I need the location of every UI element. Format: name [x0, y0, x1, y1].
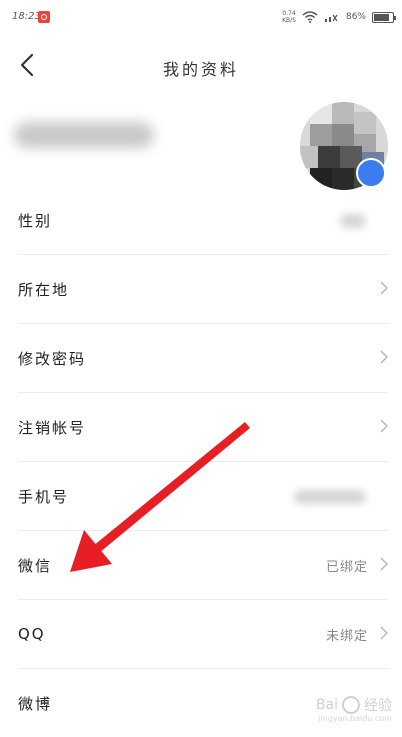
signal-icon: [324, 14, 338, 22]
watermark-url: jingyan.baidu.com: [318, 714, 392, 723]
row-location[interactable]: 所在地: [18, 255, 388, 324]
paw-icon: [342, 696, 360, 714]
wechat-status: 已绑定: [325, 559, 368, 575]
phone-value-blurred: [294, 490, 366, 504]
chevron-right-icon: [380, 626, 388, 640]
row-label: 微博: [18, 694, 53, 713]
chevron-right-icon: [380, 419, 388, 433]
row-wechat[interactable]: 微信 已绑定: [18, 531, 388, 600]
row-label: 注销帐号: [18, 418, 87, 437]
qq-status: 未绑定: [325, 628, 368, 644]
profile-settings-list: 性别 所在地 修改密码 注销帐号 手机号 微信 已绑定 QQ 未绑定 微博: [0, 186, 402, 737]
nickname-blurred: [14, 122, 154, 148]
row-label: 所在地: [18, 280, 70, 299]
chevron-right-icon: [380, 281, 388, 295]
watermark-suffix: 经验: [364, 698, 392, 714]
row-qq[interactable]: QQ 未绑定: [18, 600, 388, 669]
status-time: 18:23: [12, 11, 41, 22]
profile-header[interactable]: [0, 94, 402, 190]
row-change-password[interactable]: 修改密码: [18, 324, 388, 393]
chevron-right-icon: [380, 557, 388, 571]
app-notification-icon: [38, 11, 50, 23]
row-label: 手机号: [18, 487, 70, 506]
gender-value-blurred: [340, 214, 366, 228]
battery-icon: [372, 11, 396, 23]
row-label: 性别: [18, 211, 53, 230]
row-delete-account[interactable]: 注销帐号: [18, 393, 388, 462]
row-label: 修改密码: [18, 349, 87, 368]
status-right: 0.74 KB/S 86%: [282, 8, 396, 26]
wifi-icon: [302, 11, 318, 23]
row-label: 微信: [18, 556, 53, 575]
chevron-right-icon: [380, 350, 388, 364]
title-bar: 我的资料: [0, 36, 402, 94]
status-bar: 18:23 0.74 KB/S 86%: [0, 0, 402, 36]
row-gender[interactable]: 性别: [18, 186, 388, 255]
watermark-brand: Bai: [315, 697, 338, 713]
page-title: 我的资料: [162, 60, 239, 79]
row-phone[interactable]: 手机号: [18, 462, 388, 531]
avatar-verified-badge: [356, 158, 386, 188]
baidu-watermark: Bai 经验 jingyan.baidu.com: [315, 695, 392, 723]
net-speed: 0.74 KB/S: [282, 10, 296, 24]
battery-percent: 86%: [345, 12, 366, 22]
row-label: QQ: [18, 625, 46, 643]
